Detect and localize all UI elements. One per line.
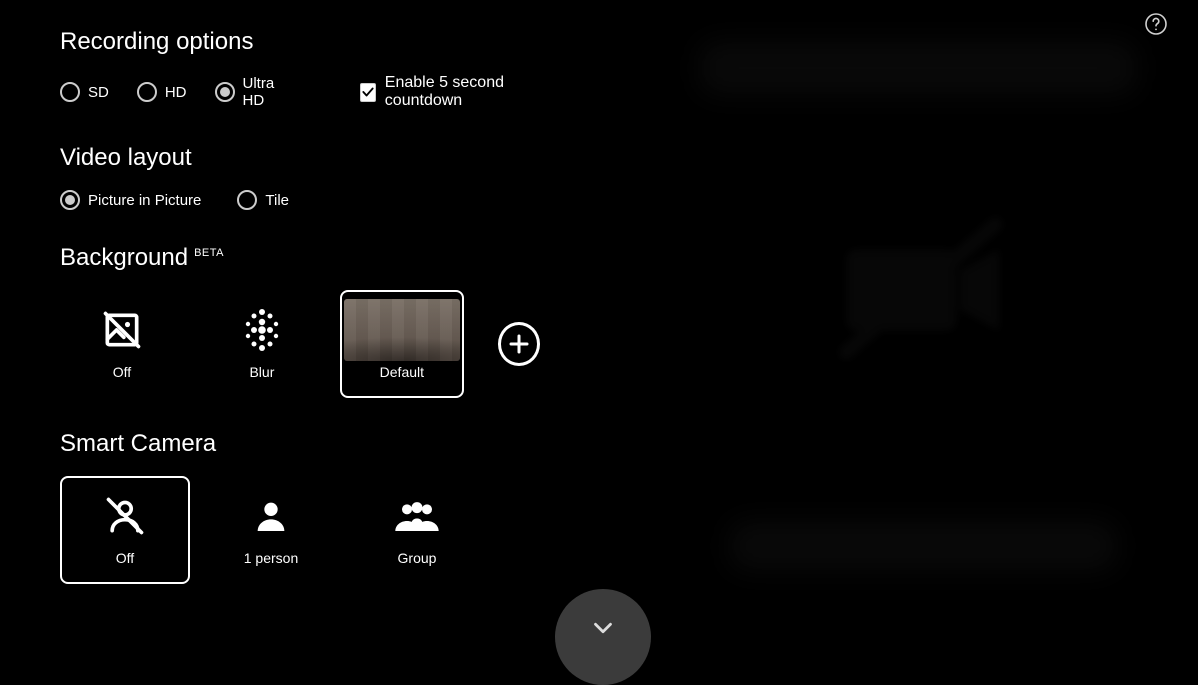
help-button[interactable] [1144, 12, 1168, 41]
recording-options-title: Recording options [60, 28, 540, 56]
radio-label: SD [88, 84, 109, 101]
quality-radio-sd[interactable]: SD [60, 82, 109, 102]
quality-radio-uhd[interactable]: Ultra HD [215, 75, 282, 109]
video-layout-title: Video layout [60, 144, 540, 172]
person-off-icon [103, 494, 147, 538]
radio-icon [60, 82, 80, 102]
radio-label: Picture in Picture [88, 192, 201, 209]
background-thumb [344, 299, 460, 361]
person-icon [251, 494, 291, 538]
checkbox-icon [360, 83, 376, 102]
beta-badge: BETA [194, 247, 224, 259]
radio-icon [137, 82, 157, 102]
background-title: BackgroundBETA [60, 244, 540, 272]
camera-hint-blur [698, 40, 1138, 96]
thumb-icon [344, 308, 460, 352]
radio-icon [237, 190, 257, 210]
smart-camera-tile-sc-group[interactable]: Group [352, 476, 482, 584]
group-icon [392, 494, 442, 538]
background-tile-off[interactable]: Off [60, 290, 184, 398]
background-tile-blur[interactable]: Blur [200, 290, 324, 398]
layout-radio-tile[interactable]: Tile [237, 190, 289, 210]
tile-label: Blur [249, 364, 274, 380]
smart-camera-tile-sc-1[interactable]: 1 person [206, 476, 336, 584]
tile-label: Off [113, 364, 131, 380]
radio-icon [215, 82, 235, 102]
tile-label: Group [398, 550, 437, 566]
tile-label: 1 person [244, 550, 298, 566]
radio-label: Ultra HD [243, 75, 282, 109]
smart-camera-title: Smart Camera [60, 430, 540, 458]
quality-radio-hd[interactable]: HD [137, 82, 187, 102]
tile-label: Off [116, 550, 134, 566]
add-background-button[interactable] [498, 322, 540, 366]
smart-camera-tile-sc-off[interactable]: Off [60, 476, 190, 584]
checkbox-label: Enable 5 second countdown [385, 74, 540, 110]
image-off-icon [100, 308, 144, 352]
radio-icon [60, 190, 80, 210]
audio-hint-blur [728, 520, 1118, 572]
layout-radio-pip[interactable]: Picture in Picture [60, 190, 201, 210]
chevron-down-icon [588, 613, 618, 643]
tile-label: Default [380, 364, 424, 380]
radio-label: HD [165, 84, 187, 101]
radio-label: Tile [265, 192, 289, 209]
camera-off-placeholder [838, 210, 1018, 370]
plus-icon [507, 332, 531, 356]
blur-icon [240, 308, 284, 352]
countdown-checkbox[interactable]: Enable 5 second countdown [360, 74, 540, 110]
background-tile-default[interactable]: Default [340, 290, 464, 398]
collapse-button[interactable] [555, 589, 651, 685]
